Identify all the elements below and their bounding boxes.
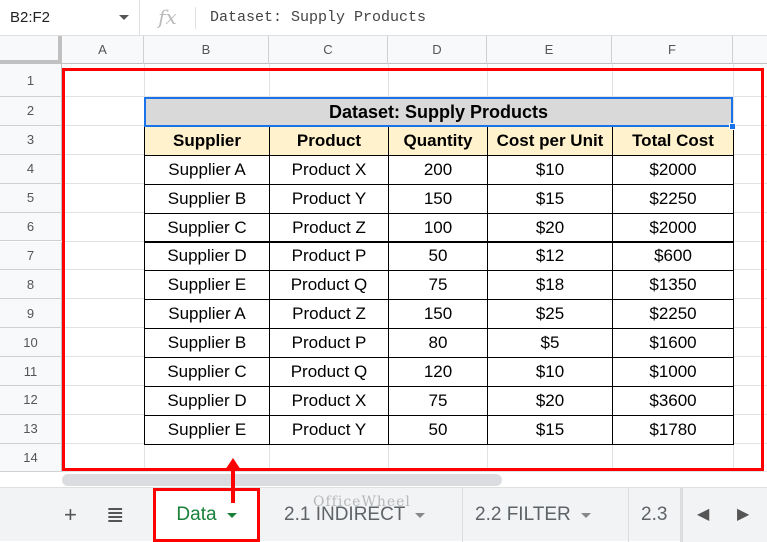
- row-header-7[interactable]: 7: [0, 241, 62, 271]
- tab-data[interactable]: Data: [153, 488, 260, 542]
- all-sheets-button[interactable]: ≣: [106, 502, 124, 528]
- chevron-down-icon[interactable]: [226, 512, 237, 518]
- highlight-box: [62, 68, 764, 471]
- tab-2-3[interactable]: 2.3: [628, 488, 679, 542]
- row-header-6[interactable]: 6: [0, 212, 62, 242]
- horizontal-scrollbar[interactable]: [62, 474, 502, 486]
- column-header-C[interactable]: C: [269, 36, 388, 64]
- row-header-11[interactable]: 11: [0, 357, 62, 386]
- add-sheet-button[interactable]: +: [64, 502, 77, 528]
- row-header-10[interactable]: 10: [0, 328, 62, 358]
- row-header-5[interactable]: 5: [0, 183, 62, 213]
- gridline: [62, 471, 767, 472]
- name-box[interactable]: B2:F2: [0, 0, 140, 36]
- column-header-E[interactable]: E: [487, 36, 612, 64]
- row-header-13[interactable]: 13: [0, 414, 62, 444]
- tab-label: Data: [176, 504, 217, 525]
- column-header-D[interactable]: D: [388, 36, 487, 64]
- column-headers: ABCDEF: [0, 36, 767, 64]
- scroll-left-icon[interactable]: ◀: [697, 504, 709, 524]
- row-header-1[interactable]: 1: [0, 64, 62, 97]
- tab-scroll-area: ◀ ▶: [680, 488, 767, 542]
- row-header-8[interactable]: 8: [0, 270, 62, 300]
- watermark: OfficeWheel: [313, 494, 411, 510]
- chevron-down-icon[interactable]: [415, 512, 426, 518]
- tab-2-2-filter[interactable]: 2.2 FILTER: [462, 488, 603, 542]
- fx-icon: fx: [140, 6, 196, 29]
- select-all-corner[interactable]: [0, 36, 62, 64]
- name-box-value: B2:F2: [10, 9, 51, 26]
- tab-label: 2.3: [641, 504, 668, 525]
- row-header-4[interactable]: 4: [0, 154, 62, 184]
- column-header-F[interactable]: F: [612, 36, 733, 64]
- formula-input[interactable]: Dataset: Supply Products: [196, 9, 426, 26]
- arrow-head-icon: [225, 458, 241, 470]
- row-header-12[interactable]: 12: [0, 386, 62, 415]
- chevron-down-icon[interactable]: [119, 14, 129, 20]
- chevron-down-icon[interactable]: [580, 512, 591, 518]
- column-header-A[interactable]: A: [62, 36, 144, 64]
- row-header-3[interactable]: 3: [0, 125, 62, 155]
- formula-bar: B2:F2 fx Dataset: Supply Products: [0, 0, 767, 36]
- row-header-9[interactable]: 9: [0, 299, 62, 329]
- scroll-right-icon[interactable]: ▶: [737, 504, 749, 524]
- row-header-14[interactable]: 14: [0, 443, 62, 472]
- column-header-B[interactable]: B: [144, 36, 269, 64]
- row-header-2[interactable]: 2: [0, 97, 62, 126]
- tab-label: 2.2 FILTER: [475, 504, 571, 525]
